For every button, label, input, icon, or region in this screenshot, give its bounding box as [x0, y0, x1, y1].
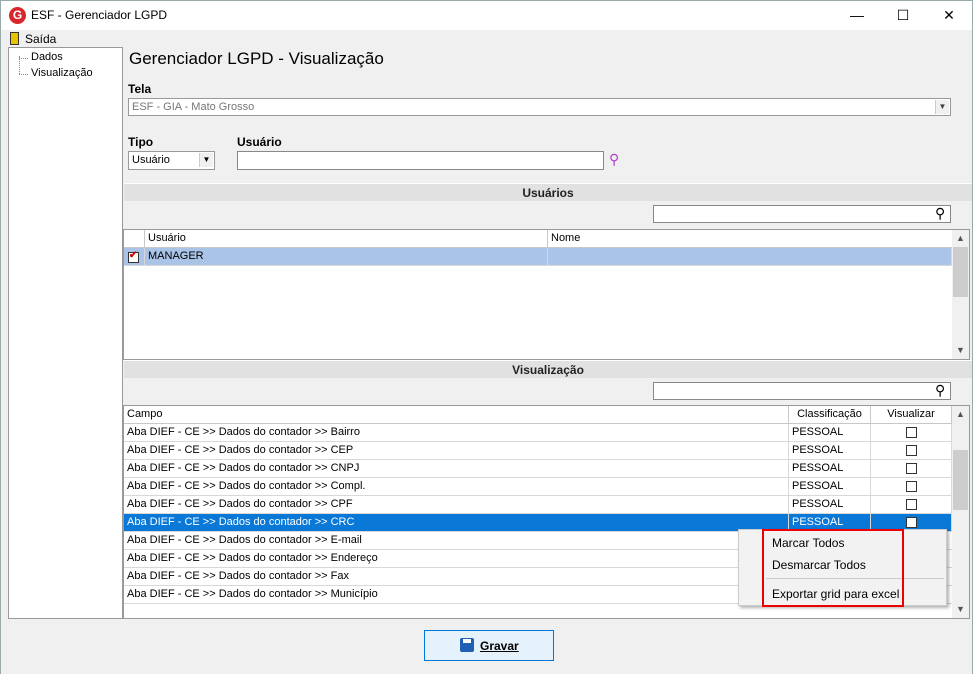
visualizacao-scrollbar[interactable]: ▲ ▼	[952, 406, 969, 618]
usuarios-grid: Usuário Nome MANAGER ▲ ▼	[123, 229, 970, 360]
row-classificacao: PESSOAL	[789, 442, 871, 460]
row-checkbox[interactable]	[128, 250, 139, 263]
usuarios-filter-input[interactable]	[653, 205, 951, 223]
highlight-box	[762, 529, 904, 607]
grid-header-classificacao[interactable]: Classificação	[789, 406, 871, 424]
row-campo: Aba DIEF - CE >> Dados do contador >> En…	[124, 550, 789, 568]
tree-item-dados[interactable]: Dados	[19, 51, 63, 63]
tela-label: Tela	[128, 82, 152, 96]
row-campo: Aba DIEF - CE >> Dados do contador >> CN…	[124, 460, 789, 478]
search-icon[interactable]: ⚲	[935, 205, 945, 222]
save-button-label: Gravar	[480, 639, 519, 653]
row-usuario: MANAGER	[145, 248, 548, 266]
window-title: ESF - Gerenciador LGPD	[31, 8, 168, 22]
visualizar-checkbox[interactable]	[905, 516, 917, 528]
table-row[interactable]: Aba DIEF - CE >> Dados do contador >> Ba…	[124, 424, 952, 442]
app-logo-icon: G	[9, 7, 26, 24]
maximize-button[interactable]: ☐	[880, 1, 926, 30]
usuarios-scrollbar[interactable]: ▲ ▼	[952, 230, 969, 359]
row-campo: Aba DIEF - CE >> Dados do contador >> CP…	[124, 496, 789, 514]
usuario-label: Usuário	[237, 135, 282, 149]
page-title: Gerenciador LGPD - Visualização	[129, 49, 384, 68]
door-exit-icon[interactable]	[10, 32, 19, 45]
minimize-button[interactable]: —	[834, 1, 880, 30]
tipo-label: Tipo	[128, 135, 154, 149]
tree-item-visualizacao[interactable]: Visualização	[19, 67, 93, 79]
scroll-thumb[interactable]	[953, 247, 968, 297]
table-row[interactable]: Aba DIEF - CE >> Dados do contador >> Co…	[124, 478, 952, 496]
chevron-down-icon[interactable]: ▼	[199, 153, 213, 167]
exit-menu-item[interactable]: Saída	[25, 32, 56, 46]
tipo-select[interactable]: Usuário ▼	[128, 151, 215, 170]
menu-bar	[1, 30, 972, 47]
navigation-tree: Dados Visualização	[8, 47, 123, 619]
visualizar-checkbox[interactable]	[905, 426, 917, 438]
row-campo: Aba DIEF - CE >> Dados do contador >> CR…	[124, 514, 789, 532]
visualizacao-filter-input[interactable]	[653, 382, 951, 400]
table-row[interactable]: MANAGER	[124, 248, 952, 266]
save-button[interactable]: Gravar	[424, 630, 554, 661]
scroll-thumb[interactable]	[953, 450, 968, 510]
chevron-down-icon[interactable]: ▼	[952, 601, 969, 618]
visualizar-checkbox[interactable]	[905, 444, 917, 456]
close-button[interactable]: ✕	[926, 1, 972, 30]
grid-header-campo[interactable]: Campo	[124, 406, 789, 424]
grid-header-check	[124, 230, 145, 248]
main-window: G ESF - Gerenciador LGPD — ☐ ✕ Saída Dad…	[0, 0, 973, 674]
row-campo: Aba DIEF - CE >> Dados do contador >> Co…	[124, 478, 789, 496]
row-campo: Aba DIEF - CE >> Dados do contador >> Ba…	[124, 424, 789, 442]
chevron-down-icon[interactable]: ▼	[952, 342, 969, 359]
chevron-down-icon[interactable]: ▼	[935, 100, 949, 114]
row-campo: Aba DIEF - CE >> Dados do contador >> Fa…	[124, 568, 789, 586]
tipo-select-value: Usuário	[132, 154, 170, 166]
floppy-disk-icon	[460, 638, 474, 652]
usuarios-section-header: Usuários	[124, 183, 972, 201]
search-icon[interactable]: ⚲	[609, 151, 619, 168]
chevron-up-icon[interactable]: ▲	[952, 230, 969, 247]
grid-header-nome[interactable]: Nome	[548, 230, 953, 248]
table-row[interactable]: Aba DIEF - CE >> Dados do contador >> CP…	[124, 496, 952, 514]
table-row[interactable]: Aba DIEF - CE >> Dados do contador >> CN…	[124, 460, 952, 478]
row-campo: Aba DIEF - CE >> Dados do contador >> E-…	[124, 532, 789, 550]
row-classificacao: PESSOAL	[789, 460, 871, 478]
grid-header-visualizar[interactable]: Visualizar	[871, 406, 952, 424]
row-classificacao: PESSOAL	[789, 478, 871, 496]
row-classificacao: PESSOAL	[789, 496, 871, 514]
table-row[interactable]: Aba DIEF - CE >> Dados do contador >> CE…	[124, 442, 952, 460]
visualizar-checkbox[interactable]	[905, 480, 917, 492]
search-icon[interactable]: ⚲	[935, 382, 945, 399]
usuario-input[interactable]	[237, 151, 604, 170]
title-bar: G ESF - Gerenciador LGPD — ☐ ✕	[1, 1, 972, 30]
row-nome	[548, 248, 952, 266]
visualizar-checkbox[interactable]	[905, 498, 917, 510]
visualizacao-section-header: Visualização	[124, 360, 972, 378]
chevron-up-icon[interactable]: ▲	[952, 406, 969, 423]
row-campo: Aba DIEF - CE >> Dados do contador >> Mu…	[124, 586, 789, 604]
tela-select-value: ESF - GIA - Mato Grosso	[132, 101, 255, 113]
visualizar-checkbox[interactable]	[905, 462, 917, 474]
row-campo: Aba DIEF - CE >> Dados do contador >> CE…	[124, 442, 789, 460]
grid-header-usuario[interactable]: Usuário	[145, 230, 548, 248]
row-classificacao: PESSOAL	[789, 424, 871, 442]
tela-select[interactable]: ESF - GIA - Mato Grosso ▼	[128, 98, 951, 116]
